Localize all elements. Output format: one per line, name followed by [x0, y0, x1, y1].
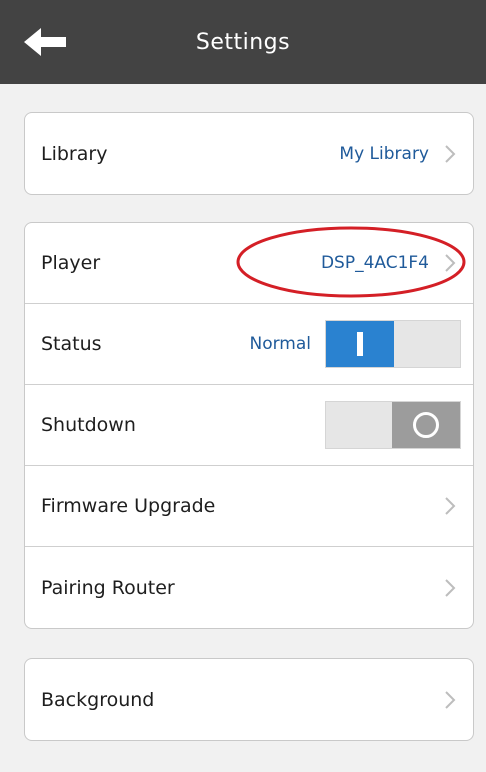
- player-row[interactable]: Player DSP_4AC1F4: [25, 223, 473, 304]
- back-button[interactable]: [22, 24, 70, 60]
- shutdown-row: Shutdown: [25, 385, 473, 466]
- background-card: Background: [24, 658, 474, 741]
- shutdown-label: Shutdown: [41, 414, 136, 436]
- library-card: Library My Library: [24, 112, 474, 195]
- background-row[interactable]: Background: [25, 659, 473, 740]
- toggle-on-indicator: [326, 321, 394, 367]
- chevron-right-icon: [443, 577, 457, 599]
- chevron-right-icon: [443, 143, 457, 165]
- toggle-off-indicator: [392, 402, 460, 448]
- top-bar: Settings: [0, 0, 486, 84]
- background-label: Background: [41, 688, 155, 711]
- status-label: Status: [41, 333, 102, 355]
- pairing-router-row[interactable]: Pairing Router: [25, 547, 473, 628]
- page-title: Settings: [195, 29, 291, 55]
- firmware-upgrade-row[interactable]: Firmware Upgrade: [25, 466, 473, 547]
- status-row: Status Normal: [25, 304, 473, 385]
- shutdown-toggle[interactable]: [325, 401, 461, 449]
- status-value: Normal: [249, 334, 311, 354]
- chevron-right-icon: [443, 252, 457, 274]
- status-toggle[interactable]: [325, 320, 461, 368]
- firmware-upgrade-label: Firmware Upgrade: [41, 495, 216, 517]
- player-label: Player: [41, 252, 101, 274]
- library-value: My Library: [339, 143, 429, 164]
- player-value: DSP_4AC1F4: [320, 253, 429, 273]
- arrow-left-icon: [24, 28, 66, 56]
- player-card: Player DSP_4AC1F4 Status Normal Shutdown…: [24, 222, 474, 629]
- chevron-right-icon: [443, 689, 457, 711]
- library-label: Library: [41, 142, 108, 165]
- pairing-router-label: Pairing Router: [41, 576, 175, 599]
- chevron-right-icon: [443, 495, 457, 517]
- library-row[interactable]: Library My Library: [25, 113, 473, 194]
